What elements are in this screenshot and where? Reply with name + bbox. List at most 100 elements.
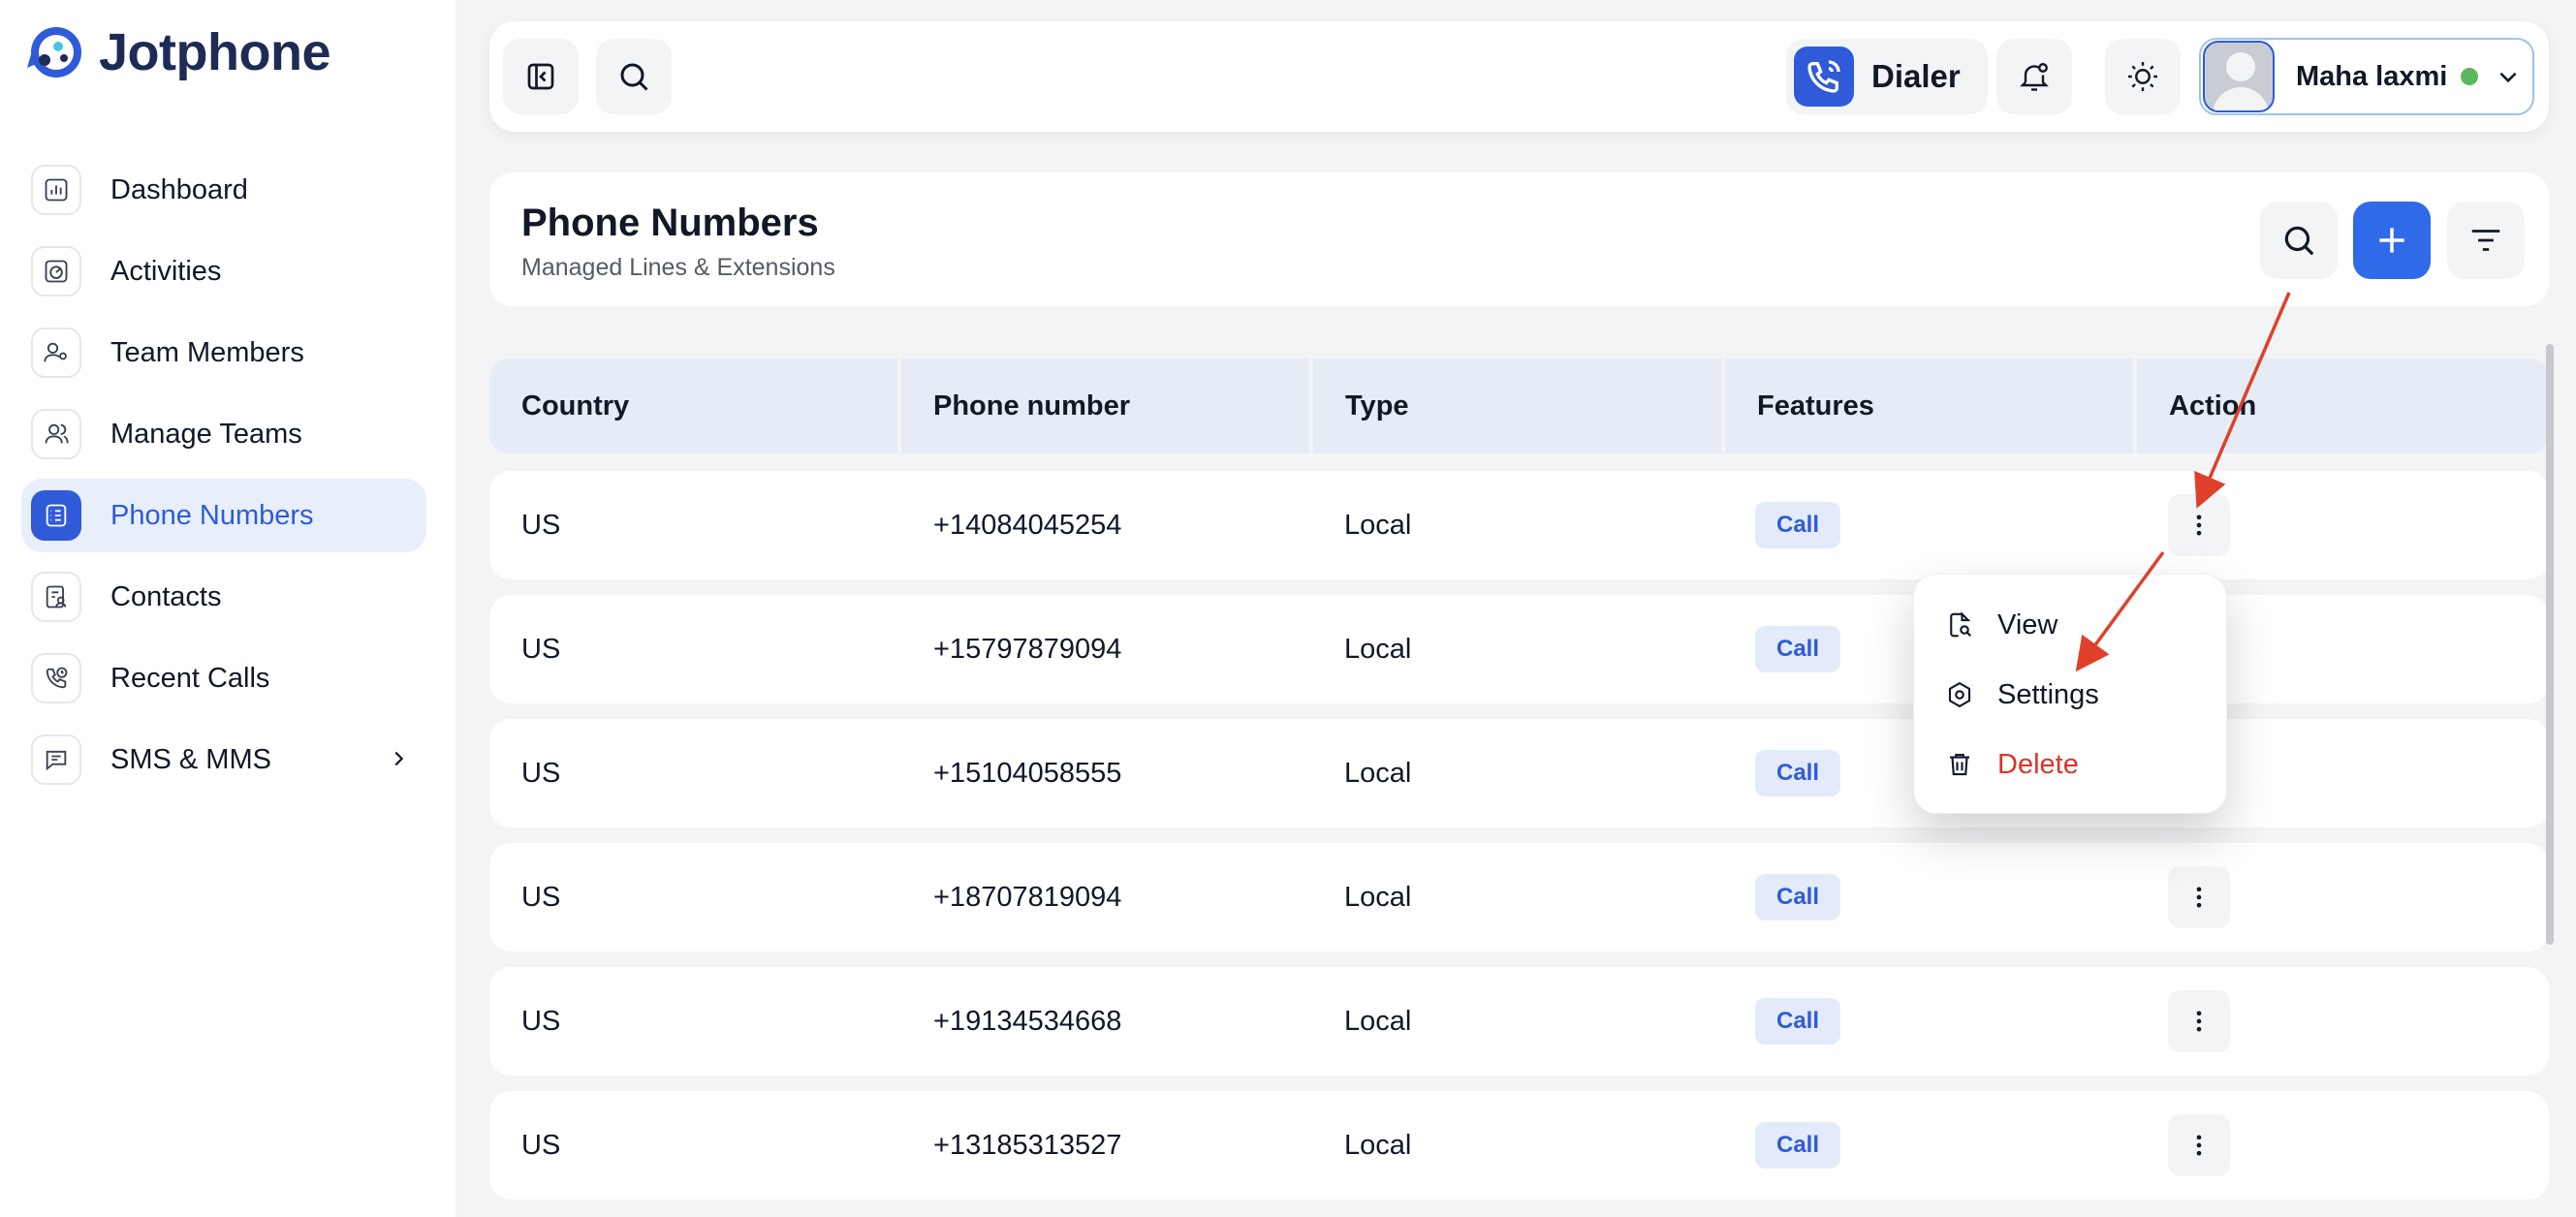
search-numbers-button[interactable] (2260, 202, 2338, 279)
dialer-button[interactable]: Dialer (1786, 39, 1988, 114)
user-gear-icon (31, 328, 81, 378)
contact-card-icon (31, 572, 81, 622)
menu-item-settings[interactable]: Settings (1945, 668, 2099, 722)
sidebar-collapse-icon (527, 63, 554, 90)
table-scrollbar[interactable] (2546, 344, 2554, 945)
plus-icon (2379, 228, 2404, 253)
sidebar-item-manage-teams[interactable]: Manage Teams (21, 397, 426, 471)
sidebar-item-recent-calls[interactable]: Recent Calls (21, 641, 426, 715)
table-row[interactable]: US +15104058555 Local Call (489, 719, 2549, 827)
phone-number-cell: +19134534668 (933, 1005, 1122, 1037)
phone-history-icon (31, 653, 81, 703)
country-cell: US (521, 881, 561, 913)
sidebar-item-contacts[interactable]: Contacts (21, 560, 426, 634)
notifications-button[interactable] (1996, 39, 2072, 114)
table-header: Country Phone number Type Features Actio… (489, 359, 2549, 453)
sidebar-item-team-members[interactable]: Team Members (21, 316, 426, 390)
bell-icon (2020, 63, 2049, 91)
type-cell: Local (1344, 1005, 1412, 1037)
country-cell: US (521, 1005, 561, 1037)
filter-icon (2471, 230, 2500, 251)
sidebar-item-label: Recent Calls (110, 662, 270, 694)
dialer-label: Dialer (1871, 58, 1961, 94)
sidebar-nav: Dashboard Activities Team Members Manage… (21, 153, 426, 804)
sidebar-item-label: Manage Teams (110, 418, 302, 450)
more-vertical-icon (2196, 1011, 2202, 1032)
gauge-icon (31, 246, 81, 296)
row-action-menu: View Settings Delete (1913, 574, 2227, 814)
avatar (2203, 41, 2275, 112)
country-cell: US (521, 1129, 561, 1161)
menu-item-label: Settings (1997, 678, 2099, 710)
user-menu[interactable]: Maha laxmi (2199, 38, 2534, 115)
page-header: Phone Numbers Managed Lines & Extensions (489, 172, 2549, 306)
table-row[interactable]: US +18707819094 Local Call (489, 843, 2549, 952)
phone-number-cell: +13185313527 (933, 1129, 1122, 1161)
phone-number-cell: +15104058555 (933, 757, 1122, 789)
type-cell: Local (1344, 1129, 1412, 1161)
column-header-type[interactable]: Type (1313, 359, 1721, 453)
column-header-features[interactable]: Features (1725, 359, 2133, 453)
page-subtitle: Managed Lines & Extensions (521, 254, 835, 281)
users-icon (31, 409, 81, 459)
search-icon (2284, 226, 2314, 256)
sidebar-item-dashboard[interactable]: Dashboard (21, 153, 426, 227)
table-row[interactable]: US +13185313527 Local Call (489, 1091, 2549, 1200)
sidebar-item-label: Activities (110, 255, 222, 287)
phone-wave-icon (1794, 47, 1854, 107)
column-header-phone-number[interactable]: Phone number (901, 359, 1309, 453)
chart-bars-icon (31, 165, 81, 215)
user-name: Maha laxmi (2296, 60, 2448, 92)
type-cell: Local (1344, 881, 1412, 913)
table-row[interactable]: US +15797879094 Local Call (489, 595, 2549, 703)
table-body: US +14084045254 Local Call US +157978790… (489, 471, 2549, 1215)
phone-number-cell: +15797879094 (933, 633, 1122, 665)
menu-item-view[interactable]: View (1945, 598, 2058, 652)
collapse-sidebar-button[interactable] (503, 39, 579, 114)
online-status-dot (2461, 68, 2479, 85)
global-search-button[interactable] (596, 39, 672, 114)
trash-icon (1950, 753, 1969, 776)
row-actions-button[interactable] (2168, 494, 2230, 556)
country-cell: US (521, 633, 561, 665)
row-actions-button[interactable] (2168, 990, 2230, 1052)
filter-button[interactable] (2447, 202, 2525, 279)
phone-number-cell: +14084045254 (933, 509, 1122, 541)
sidebar-item-label: Team Members (110, 336, 304, 368)
menu-item-label: Delete (1997, 748, 2079, 780)
more-vertical-icon (2196, 515, 2202, 536)
app-name: Jotphone (99, 23, 330, 81)
type-cell: Local (1344, 757, 1412, 789)
type-cell: Local (1344, 633, 1412, 665)
sidebar-item-label: SMS & MMS (110, 743, 271, 775)
table-row[interactable]: US +14084045254 Local Call (489, 471, 2549, 579)
type-cell: Local (1344, 509, 1412, 541)
table-row[interactable]: US +19134534668 Local Call (489, 967, 2549, 1076)
feature-badge: Call (1755, 874, 1841, 921)
sidebar-item-label: Contacts (110, 580, 222, 612)
file-search-icon (1950, 611, 1972, 638)
phone-number-cell: +18707819094 (933, 881, 1122, 913)
logo-icon (27, 27, 81, 78)
sidebar-item-phone-numbers[interactable]: Phone Numbers (21, 479, 426, 552)
sidebar-item-label: Phone Numbers (110, 499, 314, 531)
sidebar: Jotphone Dashboard Activities Team Membe… (0, 0, 456, 1217)
settings-icon (1948, 681, 1971, 708)
menu-item-delete[interactable]: Delete (1945, 737, 2079, 792)
phone-book-icon (31, 490, 81, 541)
column-header-action[interactable]: Action (2137, 359, 2549, 453)
sun-icon (2128, 62, 2157, 91)
theme-toggle-button[interactable] (2105, 39, 2181, 114)
app-logo[interactable]: Jotphone (23, 21, 330, 83)
sidebar-item-sms-mms[interactable]: SMS & MMS (21, 723, 426, 796)
sidebar-item-activities[interactable]: Activities (21, 234, 426, 308)
feature-badge: Call (1755, 1122, 1841, 1169)
row-actions-button[interactable] (2168, 866, 2230, 928)
column-header-country[interactable]: Country (489, 359, 897, 453)
top-bar: Dialer Maha laxmi (489, 21, 2549, 132)
sidebar-item-label: Dashboard (110, 173, 248, 205)
more-vertical-icon (2196, 1135, 2202, 1156)
chevron-right-icon[interactable] (388, 748, 409, 769)
add-number-button[interactable] (2353, 202, 2431, 279)
row-actions-button[interactable] (2168, 1114, 2230, 1176)
